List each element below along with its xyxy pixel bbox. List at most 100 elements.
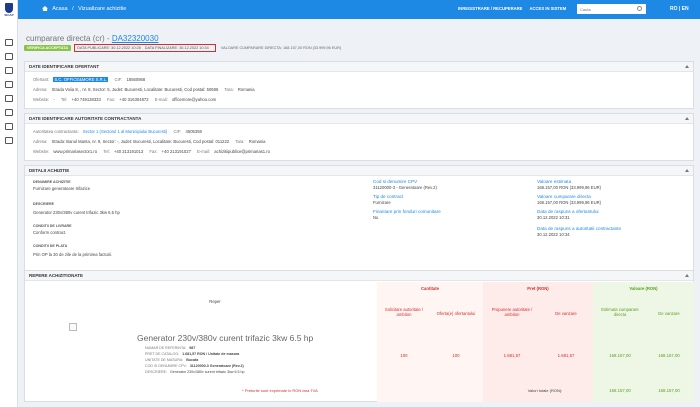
value: 1.681,57 RON / Unitate de masura [182,352,240,356]
qty-oferta: 100 [452,353,460,358]
tip-contract-value: Furnizare [373,200,391,205]
page-title-prefix: cumparare directa (cr) - [26,34,110,43]
adresa-value: Strada: Banul Manta, nr. 9, Sector: -, J… [51,139,230,144]
item-detail-pret: PRET DE CATALOG: 1.681,57 RON / Unitate d… [145,352,239,356]
ofertant-name-link[interactable]: S.C. OFFICE&MORE S.R.L. [53,77,109,82]
label: Adresa: [33,139,48,144]
data-aprobare-value: 30.12.2022 10:34 [537,232,570,237]
logo[interactable]: SICAP [0,0,18,19]
total-label: Valori totale (RON): [527,388,563,393]
label: Ofertant: [33,77,50,82]
procedure-code[interactable]: DA32320030 [112,34,159,43]
panel-title: DETALII ACHIZITIE [29,168,70,173]
value: Generator 230v/380v curent trifazic 3kw … [169,370,245,374]
adresa-row: Adresa: Strada: Banul Manta, nr. 9, Sect… [33,139,270,144]
tara-value: Romania [237,87,255,92]
status-row: VERIFICA ACCEPTATA DATA PUBLICARE: 30.12… [24,44,341,52]
chevron-up-icon[interactable] [685,65,689,68]
list-icon[interactable] [5,67,13,74]
panel-title: DATE IDENTIFICARE OFERTANT [29,64,100,69]
image-placeholder-icon [69,323,77,331]
label: Valoare estimata [537,179,572,184]
chevron-up-icon[interactable] [685,274,689,277]
autoritate-name-link[interactable]: Sector 1 (Sectorul 1 al Municipiului Buc… [83,129,167,134]
website-value[interactable]: www.primariasector1.ro [53,149,97,154]
item-detail-unitate: UNITATE DE MASURA: Bucata [145,358,198,362]
footnote: * Preturile sunt exprimate in RON fara T… [242,388,318,393]
col-pret: Pret (RON) [527,286,549,291]
panel-heading[interactable]: DETALII ACHIZITIE [25,166,693,176]
sub-propunere: Propunere autoritate / ambiton [491,307,533,317]
panel-ofertant: DATE IDENTIFICARE OFERTANT Ofertant: S.C… [24,61,694,109]
label: Website: [33,149,50,154]
label: Finantare prin fonduri comunitare [373,209,441,214]
search-input[interactable] [577,4,646,14]
search-icon[interactable] [637,6,642,11]
pret-vanzare: 1.681,57 [557,353,575,358]
panel-heading[interactable]: DATE IDENTIFICARE AUTORITATE CONTRACTANT… [25,114,693,124]
label: DESCRIERE [33,202,54,206]
user-icon[interactable] [5,109,13,116]
valoare-estimata-value: 168.157,00 RON (33.999,96 EUR) [537,185,602,190]
sub-oferta: Oferta(e) ofertantului [436,311,476,316]
main-content: cumparare directa (cr) - DA32320030 VERI… [18,19,700,407]
finalize-date: DATA FINALIZARE: 30.12.2022 10:34 [144,46,209,50]
item-detail-cpv: COD SI DENUMIRE CPV: 31120000-3 Generatoa… [145,364,244,368]
label: Tara: [235,139,245,144]
panel-repere: REPERE ACHIZITIONATE Reper Cantitate Pre… [24,270,694,402]
label: Fax: [149,149,158,154]
sidebar [0,19,18,407]
item-detail-numar: NUMAR DE REFERINTA: 987 [145,346,195,350]
language-switch[interactable]: RO | EN [670,6,689,12]
panel-heading[interactable]: REPERE ACHIZITIONATE [25,271,693,281]
document-icon[interactable] [5,39,13,46]
login-link[interactable]: ACCES IN SISTEM [529,6,566,11]
sub-vanzare-2: De vanzare [658,311,680,316]
shield-icon [5,3,13,13]
label: Valoare cumparare directa [537,194,591,199]
col-cantitate: Cantitate [421,286,439,291]
fax-value: +40 213191027 [161,149,191,154]
descriere-value: Generator 230v/380v curent trifazic 3kw … [33,210,120,215]
panel-heading[interactable]: DATE IDENTIFICARE OFERTANT [25,62,693,72]
home-icon[interactable] [42,6,48,11]
fonduri-value: Nu [373,215,379,220]
calendar-icon[interactable] [5,95,13,102]
panel-title: REPERE ACHIZITIONATE [29,273,84,278]
label: UNITATE DE MASURA: [145,358,184,362]
ofertant-row: Ofertant: S.C. OFFICE&MORE S.R.L. CIF: 1… [33,77,150,82]
publish-date: DATA PUBLICARE: 30.12.2022 10:28 [77,46,141,50]
chevron-up-icon[interactable] [685,169,689,172]
label: PRET DE CATALOG: [145,352,180,356]
logo-label: SICAP [4,13,14,17]
chart-icon[interactable] [5,137,13,144]
total-estimata: 168.157,00 [609,388,631,393]
label: DENUMIRE ACHIZITIE [33,180,71,184]
label: Tara: [224,87,234,92]
adresa-value: Strada Voiia 8, , nr. 8, Sector: 5, Jude… [51,87,219,92]
label: CONDITII DE LIVRARE [33,224,72,228]
register-link[interactable]: INREGISTRARE / RECUPERARE [458,6,522,11]
col-reper: Reper [209,299,221,304]
settings-icon[interactable] [5,123,13,130]
email-value: officemore@yahoo.com [171,97,217,102]
chevron-up-icon[interactable] [685,117,689,120]
label: Tel: [60,97,68,102]
dates-box: DATA PUBLICARE: 30.12.2022 10:28 DATA FIN… [74,44,216,52]
email-value: achizitiipublice@primarias1.ro [214,149,270,154]
label: E-mail: [197,149,211,154]
contact-row: Website: - Tel: +40 749138333 Fax: +40 3… [33,97,221,102]
folder-icon[interactable] [5,81,13,88]
panel-detalii: DETALII ACHIZITIE DENUMIRE ACHIZITIE Fur… [24,165,694,285]
edit-icon[interactable] [5,53,13,60]
sub-solicitare: Solicitare autoritate / ambiton [384,307,424,317]
tara-value: Romania [248,139,266,144]
label: Data de raspuns a ofertantului [537,209,599,214]
pret-column-bg [483,282,593,402]
breadcrumb-current: Vizualizare achizitie [78,6,127,12]
label: Data de raspuns a autoritatii contractan… [537,226,622,231]
breadcrumb-home[interactable]: Acasa [52,6,67,12]
breadcrumb: Acasa / Vizualizare achizitie [42,6,129,12]
label: CONDITII DE PLATA [33,244,68,248]
label: CIF: [114,77,123,82]
